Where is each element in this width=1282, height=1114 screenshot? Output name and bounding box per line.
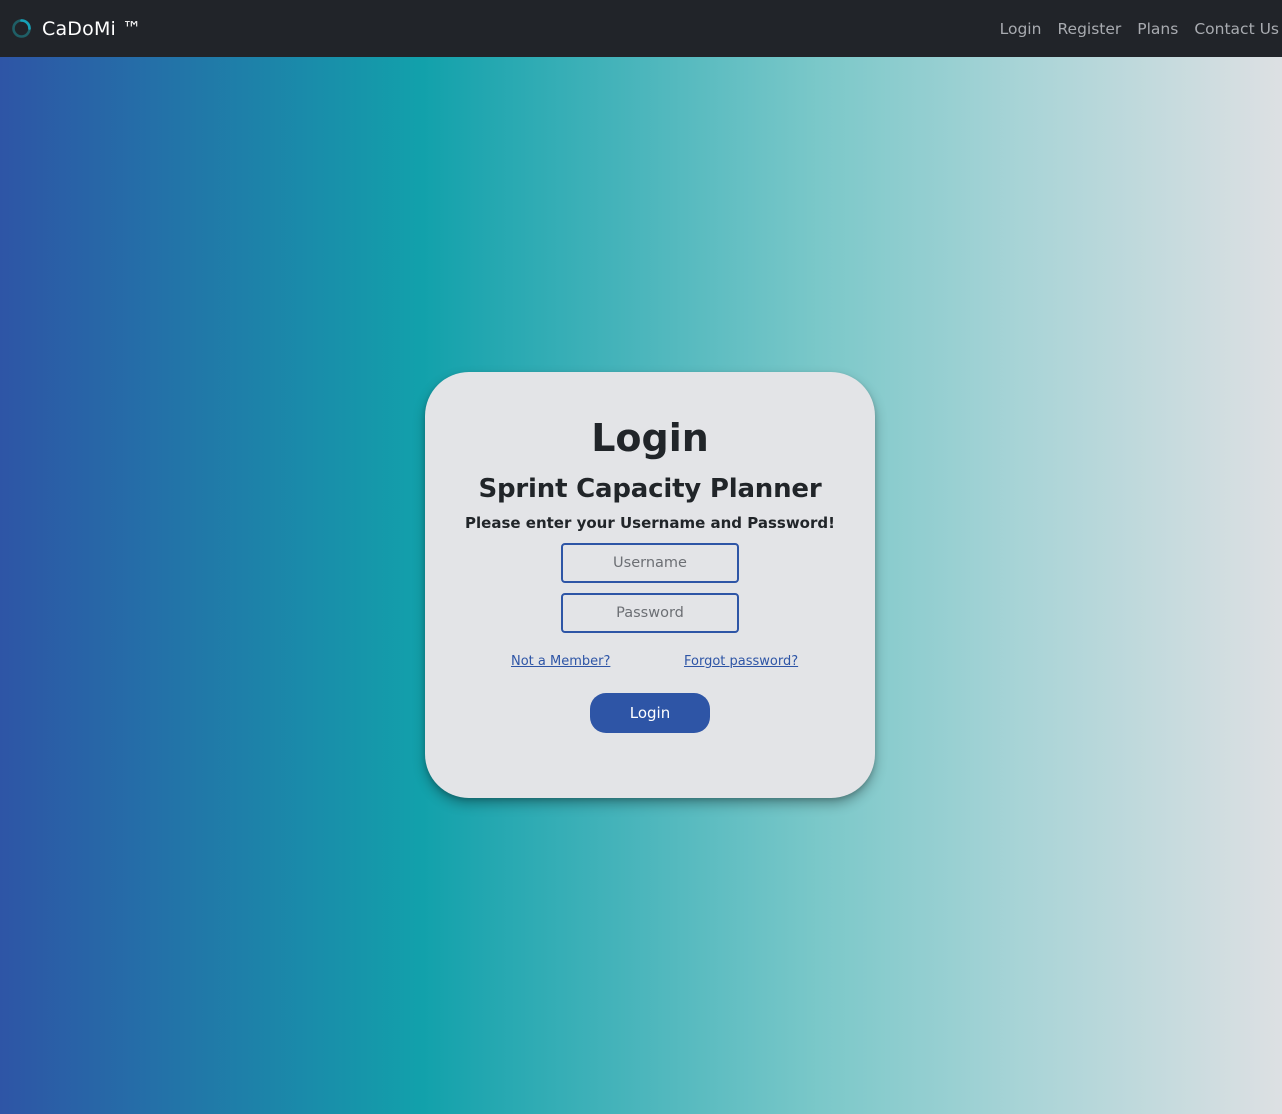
login-instruction: Please enter your Username and Password! — [465, 514, 835, 532]
login-card: Login Sprint Capacity Planner Please ent… — [425, 372, 875, 798]
spinner-ring-icon — [11, 18, 32, 39]
nav-links: Login Register Plans Contact Us — [984, 0, 1279, 57]
brand-logo[interactable]: CaDoMi ™ — [11, 18, 141, 40]
login-title: Login — [591, 416, 709, 460]
forgot-password-link[interactable]: Forgot password? — [684, 654, 798, 669]
nav-link-register[interactable]: Register — [1057, 20, 1121, 38]
username-input[interactable] — [561, 543, 739, 583]
login-button[interactable]: Login — [590, 693, 710, 733]
nav-link-plans[interactable]: Plans — [1137, 20, 1178, 38]
password-input[interactable] — [561, 593, 739, 633]
nav-link-login[interactable]: Login — [1000, 20, 1042, 38]
brand-name: CaDoMi ™ — [42, 17, 142, 40]
not-a-member-link[interactable]: Not a Member? — [511, 654, 610, 669]
nav-link-contact-us[interactable]: Contact Us — [1194, 20, 1279, 38]
app-subtitle: Sprint Capacity Planner — [478, 474, 822, 504]
top-navbar: CaDoMi ™ Login Register Plans Contact Us — [0, 0, 1282, 57]
